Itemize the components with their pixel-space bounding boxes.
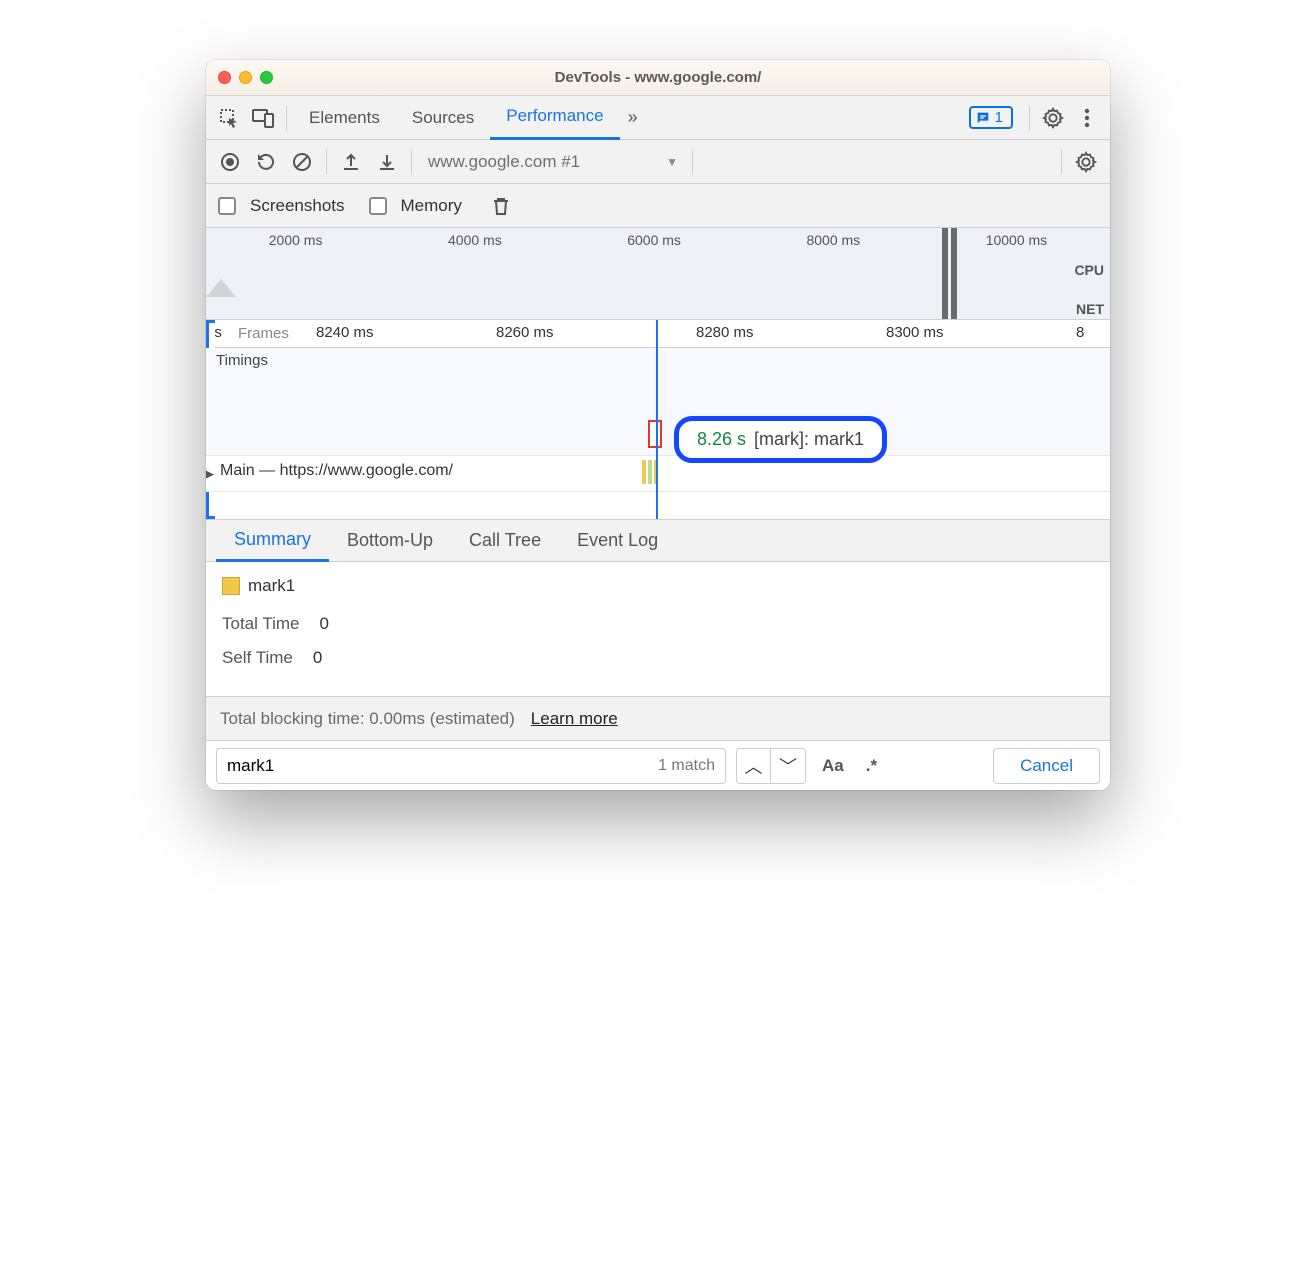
cpu-spark <box>206 267 306 297</box>
search-bar: 1 match ︿ ﹀ Aa .* Cancel <box>206 740 1110 790</box>
issues-count: 1 <box>995 109 1003 126</box>
tab-performance[interactable]: Performance <box>490 96 619 140</box>
search-nav: ︿ ﹀ <box>736 748 806 784</box>
record-icon[interactable] <box>212 144 248 180</box>
case-toggle[interactable]: Aa <box>816 756 850 776</box>
main-track[interactable]: ▶ Main — https://www.google.com/ <box>206 456 1110 492</box>
timing-marker[interactable] <box>648 420 662 448</box>
kebab-icon[interactable] <box>1070 101 1104 135</box>
devtools-window: DevTools - www.google.com/ Elements Sour… <box>206 60 1110 790</box>
tab-bottom-up[interactable]: Bottom-Up <box>329 520 451 562</box>
titlebar: DevTools - www.google.com/ <box>206 60 1110 96</box>
memory-checkbox[interactable] <box>369 197 387 215</box>
flame-chart[interactable]: ns Frames 8240 ms8260 ms8280 ms8300 ms8 … <box>206 320 1110 520</box>
ruler-tick: 8 <box>1076 324 1084 341</box>
playhead[interactable] <box>656 320 658 519</box>
detail-tabs: Summary Bottom-Up Call Tree Event Log <box>206 520 1110 562</box>
regex-toggle[interactable]: .* <box>860 756 883 776</box>
window-title: DevTools - www.google.com/ <box>206 69 1110 86</box>
ruler-tick: 8300 ms <box>886 324 944 341</box>
perf-toolbar: www.google.com #1 ▼ <box>206 140 1110 184</box>
cancel-button[interactable]: Cancel <box>993 748 1100 784</box>
tick: 8000 ms <box>806 232 860 248</box>
tick: 2000 ms <box>269 232 323 248</box>
cpu-label: CPU <box>1074 262 1104 278</box>
screenshots-checkbox[interactable] <box>218 197 236 215</box>
download-icon[interactable] <box>369 144 405 180</box>
total-time-label: Total Time <box>222 614 299 634</box>
screenshots-label: Screenshots <box>250 196 345 216</box>
tab-call-tree[interactable]: Call Tree <box>451 520 559 562</box>
expand-icon[interactable]: ▶ <box>206 466 214 482</box>
self-time-label: Self Time <box>222 648 293 668</box>
recording-dropdown[interactable]: www.google.com #1 <box>418 152 596 172</box>
summary-name: mark1 <box>248 576 295 596</box>
total-time-value: 0 <box>319 614 328 634</box>
ruler-tick: 8260 ms <box>496 324 554 341</box>
search-input[interactable] <box>227 756 658 776</box>
issues-button[interactable]: 1 <box>969 106 1013 129</box>
search-prev-icon[interactable]: ︿ <box>737 749 771 783</box>
inspect-icon[interactable] <box>212 101 246 135</box>
selection-handle[interactable] <box>942 228 962 319</box>
more-tabs-icon[interactable]: » <box>620 107 646 128</box>
clear-icon[interactable] <box>284 144 320 180</box>
recording-name: www.google.com #1 <box>428 152 580 172</box>
tooltip-time: 8.26 s <box>697 429 746 450</box>
timeline-overview[interactable]: 2000 ms 4000 ms 6000 ms 8000 ms 10000 ms… <box>206 228 1110 320</box>
tooltip-label: [mark]: mark1 <box>754 429 864 450</box>
perf-settings-icon[interactable] <box>1068 144 1104 180</box>
tick: 6000 ms <box>627 232 681 248</box>
trash-icon[interactable] <box>486 196 516 216</box>
self-time-value: 0 <box>313 648 322 668</box>
tab-event-log[interactable]: Event Log <box>559 520 676 562</box>
timings-label: Timings <box>216 352 268 369</box>
blocking-text: Total blocking time: 0.00ms (estimated) <box>220 709 515 729</box>
upload-icon[interactable] <box>333 144 369 180</box>
detail-ruler: ns Frames 8240 ms8260 ms8280 ms8300 ms8 <box>206 320 1110 348</box>
ruler-tick: 8240 ms <box>316 324 374 341</box>
ruler-tick: 8280 ms <box>696 324 754 341</box>
summary-panel: mark1 Total Time 0 Self Time 0 <box>206 562 1110 696</box>
tick: 4000 ms <box>448 232 502 248</box>
memory-label: Memory <box>401 196 462 216</box>
capture-options: Screenshots Memory <box>206 184 1110 228</box>
overview-ticks: 2000 ms 4000 ms 6000 ms 8000 ms 10000 ms <box>206 228 1110 248</box>
search-input-wrap: 1 match <box>216 748 726 784</box>
net-label: NET <box>1076 301 1104 317</box>
tick: 10000 ms <box>986 232 1047 248</box>
tab-sources[interactable]: Sources <box>396 96 490 140</box>
device-toggle-icon[interactable] <box>246 101 280 135</box>
main-label: Main — https://www.google.com/ <box>220 462 453 480</box>
search-next-icon[interactable]: ﹀ <box>771 749 805 783</box>
color-swatch <box>222 577 240 595</box>
panel-tabs: Elements Sources Performance » 1 <box>206 96 1110 140</box>
blocking-bar: Total blocking time: 0.00ms (estimated) … <box>206 696 1110 740</box>
tab-elements[interactable]: Elements <box>293 96 396 140</box>
search-match-count: 1 match <box>658 757 715 775</box>
learn-more-link[interactable]: Learn more <box>531 709 618 729</box>
chevron-down-icon: ▼ <box>666 155 678 169</box>
frames-label: Frames <box>228 325 289 342</box>
marker-tooltip: 8.26 s [mark]: mark1 <box>674 416 887 463</box>
reload-icon[interactable] <box>248 144 284 180</box>
settings-icon[interactable] <box>1036 101 1070 135</box>
timings-track[interactable]: Timings <box>206 348 1110 456</box>
tab-summary[interactable]: Summary <box>216 520 329 562</box>
